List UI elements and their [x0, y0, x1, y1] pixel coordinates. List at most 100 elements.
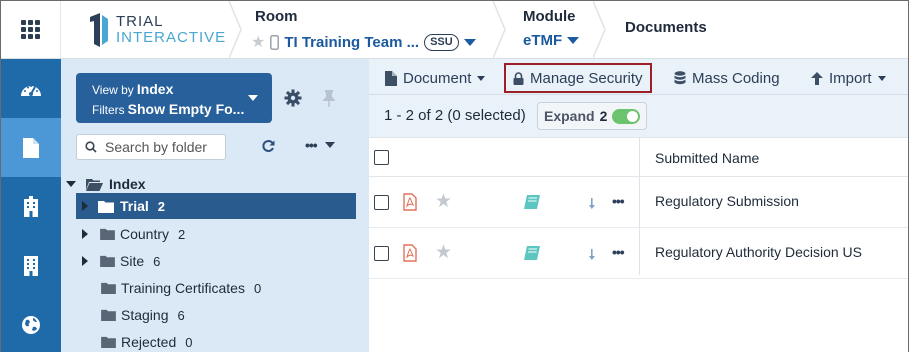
chevron-right-icon[interactable] [82, 201, 88, 211]
logo[interactable]: TRIAL INTERACTIVE [61, 1, 229, 58]
folder-icon [101, 336, 116, 348]
view-by-dropdown[interactable]: View by Index Filters Show Empty Fo... [76, 73, 272, 123]
pin-icon[interactable] [322, 89, 336, 107]
trial-interactive-logo-icon [90, 12, 108, 47]
chevron-right-icon[interactable] [82, 256, 88, 266]
office-building-icon [24, 255, 38, 276]
tree-item-label: Staging [121, 307, 169, 323]
star-icon[interactable]: ★ [435, 241, 452, 264]
room-dropdown-icon[interactable] [463, 38, 476, 46]
document-icon [23, 137, 39, 158]
import-menu-button[interactable]: Import [811, 63, 886, 93]
expand-label: Expand [544, 108, 595, 124]
room-selector[interactable]: ★ TI Training Team ... SSU [251, 32, 476, 52]
select-all-checkbox[interactable] [374, 150, 389, 165]
folder-open-icon [86, 178, 103, 191]
chevron-right-icon[interactable] [82, 229, 88, 239]
breadcrumb-separator [493, 1, 506, 58]
tree-item-label: Trial [120, 198, 149, 214]
breadcrumb-module: Module eTMF [521, 1, 591, 58]
folder-panel: View byIndex FiltersShow Empty Fo... ••• [61, 59, 369, 352]
nav-documents[interactable] [1, 118, 61, 177]
documents-main: Document Manage Security Mass Coding Imp… [369, 59, 908, 352]
table-row[interactable]: ★ ••• Regulatory Authority Decision US [369, 228, 908, 279]
module-title: Module [523, 8, 576, 25]
nav-organizations[interactable] [1, 236, 61, 295]
row-checkbox[interactable] [374, 195, 389, 210]
module-selector[interactable]: eTMF [523, 32, 580, 49]
pdf-file-icon[interactable] [403, 193, 417, 211]
tree-item-country[interactable]: Country 2 [82, 221, 352, 247]
filters-value: Show Empty Fo... [127, 101, 245, 117]
mobile-icon [270, 34, 280, 50]
breadcrumb-documents: Documents [625, 1, 745, 58]
mass-coding-label: Mass Coding [692, 69, 780, 87]
logo-line-2: INTERACTIVE [116, 28, 227, 46]
ssu-badge: SSU [424, 33, 459, 51]
settings-gear-icon[interactable] [284, 89, 302, 107]
book-icon[interactable] [524, 195, 540, 209]
room-name: TI Training Team ... [284, 33, 420, 51]
breadcrumb-separator [593, 1, 606, 58]
manage-security-button[interactable]: Manage Security [504, 63, 652, 93]
column-header-submitted-name[interactable]: Submitted Name [655, 150, 759, 166]
mass-coding-button[interactable]: Mass Coding [674, 63, 780, 93]
star-icon[interactable]: ★ [435, 190, 452, 213]
breadcrumb-separator [229, 1, 242, 58]
submitted-name-cell[interactable]: Regulatory Authority Decision US [655, 244, 862, 260]
room-title: Room [255, 8, 298, 25]
chevron-down-icon[interactable] [66, 181, 76, 187]
chevron-down-icon [324, 142, 335, 148]
expand-toggle[interactable]: Expand 2 [537, 102, 648, 130]
arrow-down-icon[interactable] [589, 249, 597, 260]
more-options-button[interactable]: ••• [305, 137, 335, 153]
globe-icon [22, 315, 40, 334]
grid-icon [21, 20, 40, 39]
top-header: TRIAL INTERACTIVE Room ★ TI Training Tea… [1, 1, 908, 59]
pdf-file-icon[interactable] [403, 244, 417, 262]
document-menu-button[interactable]: Document [385, 63, 486, 93]
file-icon [385, 70, 397, 86]
tree-item-training-certificates[interactable]: Training Certificates 0 [101, 275, 361, 301]
document-menu-label: Document [403, 69, 472, 87]
tree-item-trial[interactable]: Trial 2 [76, 193, 356, 219]
nav-dashboard[interactable] [1, 59, 61, 118]
tree-item-staging[interactable]: Staging 6 [101, 302, 361, 328]
document-toolbar: Document Manage Security Mass Coding Imp… [369, 59, 908, 95]
results-info-bar: 1 - 2 of 2 (0 selected) Expand 2 [369, 95, 908, 137]
nav-sites[interactable] [1, 177, 61, 236]
chevron-down-icon [877, 75, 886, 81]
book-icon[interactable] [524, 246, 540, 260]
results-count: 1 - 2 of 2 (0 selected) [384, 107, 526, 124]
nav-global[interactable] [1, 295, 61, 352]
manage-security-label: Manage Security [530, 69, 643, 87]
module-dropdown-icon[interactable] [567, 37, 580, 44]
page-title: Documents [625, 19, 707, 36]
folder-search [76, 134, 226, 160]
filters-label: Filters [92, 103, 125, 117]
folder-icon [100, 255, 115, 267]
submitted-name-cell[interactable]: Regulatory Submission [655, 193, 799, 209]
import-menu-label: Import [829, 69, 872, 87]
star-icon[interactable]: ★ [251, 32, 265, 52]
table-row[interactable]: ★ ••• Regulatory Submission [369, 177, 908, 228]
tree-item-rejected[interactable]: Rejected 0 [101, 329, 361, 352]
tree-item-count: 0 [185, 334, 193, 350]
refresh-icon[interactable] [261, 139, 275, 153]
app-grid-button[interactable] [1, 1, 61, 58]
tree-item-count: 2 [157, 198, 166, 214]
row-checkbox[interactable] [374, 246, 389, 261]
row-actions-icon[interactable]: ••• [612, 193, 625, 209]
folder-icon [101, 309, 116, 321]
module-name: eTMF [523, 32, 563, 49]
row-actions-icon[interactable]: ••• [612, 244, 625, 260]
expand-count: 2 [599, 108, 608, 124]
folder-icon [100, 228, 115, 240]
toggle-switch[interactable] [612, 108, 641, 124]
tree-item-site[interactable]: Site 6 [82, 248, 352, 274]
folder-search-input[interactable] [105, 139, 220, 155]
view-by-label: View by [92, 83, 134, 97]
arrow-down-icon[interactable] [589, 198, 597, 209]
tree-item-label: Site [120, 253, 145, 269]
tree-item-count: 6 [177, 307, 185, 323]
